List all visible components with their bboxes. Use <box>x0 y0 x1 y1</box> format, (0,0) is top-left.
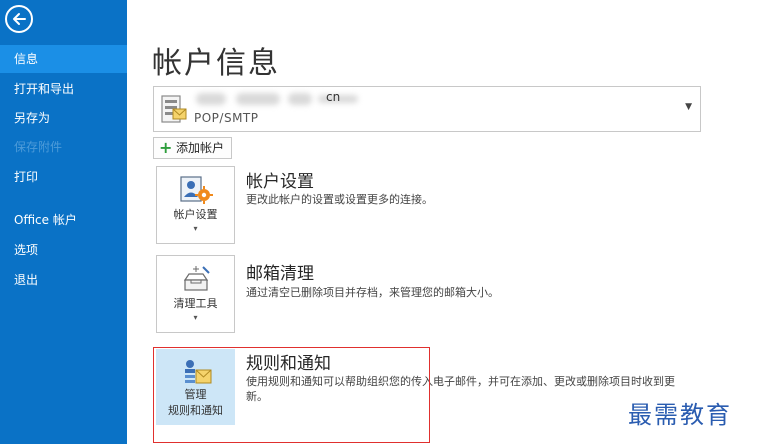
account-email-domain: cn <box>326 90 341 104</box>
account-settings-icon <box>179 175 213 205</box>
account-selector[interactable]: cn POP/SMTP ▼ <box>153 86 701 132</box>
chevron-down-icon: ▾ <box>193 224 198 233</box>
account-settings-title: 帐户设置 <box>246 172 314 192</box>
cleanup-tools-tile-label: 清理工具 <box>173 297 218 310</box>
sidebar-item-exit[interactable]: 退出 <box>0 266 127 294</box>
add-account-label: 添加帐户 <box>176 141 225 155</box>
cleanup-tools-tile[interactable]: 清理工具 ▾ <box>156 255 235 333</box>
sidebar-item-save-attachments: 保存附件 <box>14 140 63 154</box>
dropdown-caret-icon[interactable]: ▼ <box>685 102 692 112</box>
account-settings-description: 更改此帐户的设置或设置更多的连接。 <box>246 193 433 206</box>
back-arrow-icon[interactable] <box>5 5 33 33</box>
sidebar-item-office-account[interactable]: Office 帐户 <box>0 206 127 234</box>
account-type: POP/SMTP <box>194 111 259 125</box>
sidebar-item-print[interactable]: 打印 <box>0 163 127 191</box>
sidebar-item-info[interactable]: 信息 <box>0 45 127 73</box>
account-settings-tile-label: 帐户设置 <box>173 208 218 221</box>
chevron-down-icon: ▾ <box>193 313 198 322</box>
account-email-redacted <box>192 91 372 109</box>
account-mailbox-icon <box>161 95 187 125</box>
account-settings-tile[interactable]: 帐户设置 ▾ <box>156 166 235 244</box>
plus-icon: + <box>159 138 173 157</box>
sidebar-item-open-export[interactable]: 打开和导出 <box>0 75 127 103</box>
page-title: 帐户信息 <box>152 46 280 81</box>
watermark-text: 最需教育 <box>628 401 732 429</box>
add-account-button[interactable]: + 添加帐户 <box>153 137 232 159</box>
backstage-sidebar: 信息 打开和导出 另存为 保存附件 打印 Office 帐户 选项 退出 <box>0 0 127 444</box>
mailbox-cleanup-description: 通过清空已删除项目并存档，来管理您的邮箱大小。 <box>246 286 499 299</box>
sidebar-item-save-as[interactable]: 另存为 <box>0 104 127 132</box>
sidebar-item-options[interactable]: 选项 <box>0 236 127 264</box>
cleanup-tools-icon <box>179 264 213 294</box>
mailbox-cleanup-title: 邮箱清理 <box>246 264 314 284</box>
highlight-box <box>153 347 430 443</box>
